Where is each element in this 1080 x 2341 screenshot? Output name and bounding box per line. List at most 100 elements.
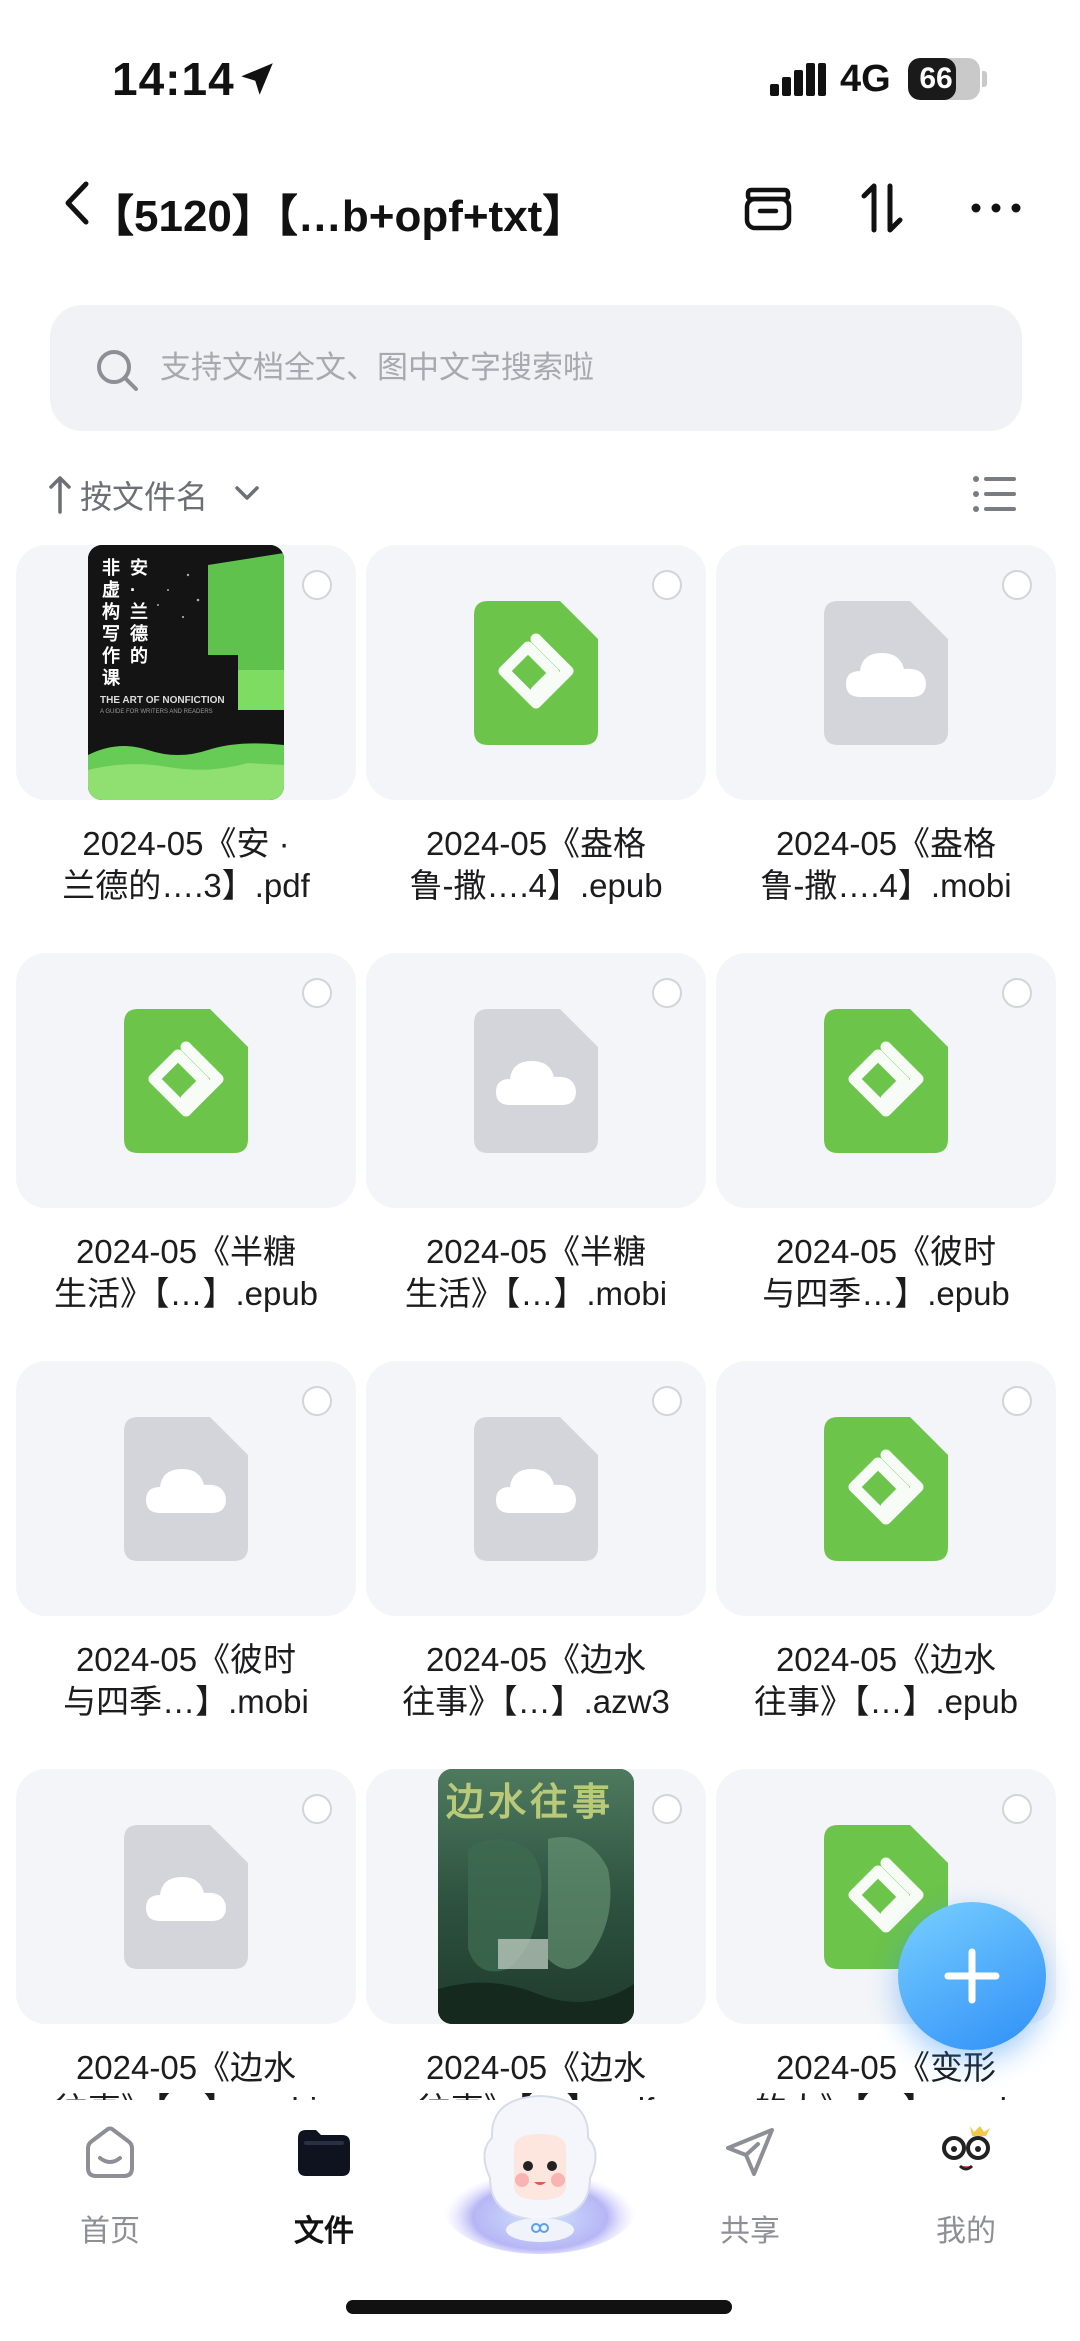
- select-radio[interactable]: [1002, 1794, 1032, 1824]
- plus-icon: [944, 1948, 1000, 2004]
- file-card[interactable]: 边水往事 2024-05《边水 往事》【…】.pdf: [366, 1769, 706, 2100]
- cloud-file-icon: [824, 601, 948, 745]
- file-thumbnail: [16, 1361, 356, 1616]
- file-name-line-1: 2024-05《半糖: [425, 1233, 647, 1270]
- tab-share[interactable]: 共享: [670, 2122, 830, 2262]
- file-name: 2024-05《边水 往事》【…】.azw3: [366, 1639, 706, 1723]
- tab-home[interactable]: 首页: [30, 2122, 190, 2262]
- file-name-line-1: 2024-05《边水: [75, 2049, 297, 2086]
- more-icon[interactable]: [966, 178, 1026, 238]
- add-button[interactable]: [898, 1902, 1046, 2050]
- file-card[interactable]: 2024-05《半糖 生活》【…】.mobi: [366, 953, 706, 1343]
- file-thumbnail: [716, 545, 1056, 800]
- battery-icon: 66: [908, 58, 980, 100]
- file-name-line-2: 往事》【…】.epub: [753, 1683, 1019, 1720]
- file-name-line-1: 2024-05《变形: [775, 2049, 997, 2086]
- file-name-line-2: 生活》【…】.epub: [53, 1275, 319, 1312]
- select-radio[interactable]: [302, 570, 332, 600]
- epub-file-icon: [824, 1009, 948, 1153]
- search-bar[interactable]: [50, 305, 1022, 431]
- file-name: 2024-05《半糖 生活》【…】.epub: [16, 1231, 356, 1315]
- file-card[interactable]: 安·兰德的 非虚构写作课 THE ART OF NONFICTION A GUI…: [16, 545, 356, 935]
- file-name-line-1: 2024-05《彼时: [775, 1233, 997, 1270]
- file-card[interactable]: 2024-05《半糖 生活》【…】.epub: [16, 953, 356, 1343]
- select-radio[interactable]: [652, 1386, 682, 1416]
- epub-file-icon: [124, 1009, 248, 1153]
- battery-percent: 66: [919, 62, 953, 95]
- file-card[interactable]: 2024-05《彼时 与四季…】.epub: [716, 953, 1056, 1343]
- list-view-icon[interactable]: [972, 474, 1018, 514]
- location-arrow-icon: [241, 63, 273, 95]
- select-radio[interactable]: [302, 1386, 332, 1416]
- select-radio[interactable]: [1002, 978, 1032, 1008]
- select-radio[interactable]: [1002, 1386, 1032, 1416]
- sort-up-arrow-icon: [49, 476, 71, 514]
- file-name: 2024-05《安 · 兰德的….3】.pdf: [16, 823, 356, 907]
- cover-title: 边水往事: [446, 1782, 615, 1824]
- file-name: 2024-05《盎格 鲁-撒….4】.epub: [366, 823, 706, 907]
- top-bar: 【5120】【…b+opf+txt】: [0, 160, 1080, 250]
- search-icon: [97, 350, 138, 391]
- file-name-line-1: 2024-05《安 ·: [82, 825, 290, 862]
- file-name-line-1: 2024-05《半糖: [75, 1233, 297, 1270]
- tab-label: 首页: [80, 2215, 140, 2248]
- file-name-line-1: 2024-05《彼时: [75, 1641, 297, 1678]
- file-name: 2024-05《彼时 与四季…】.mobi: [16, 1639, 356, 1723]
- status-bar: 14:14 4G 66: [0, 0, 1080, 150]
- sort-arrows-icon[interactable]: [852, 178, 912, 238]
- file-thumbnail: [716, 953, 1056, 1208]
- cover-english-title: THE ART OF NONFICTION: [100, 695, 225, 706]
- file-card[interactable]: 2024-05《彼时 与四季…】.mobi: [16, 1361, 356, 1751]
- select-radio[interactable]: [652, 1794, 682, 1824]
- search-input[interactable]: [160, 335, 980, 401]
- epub-file-icon: [474, 601, 598, 745]
- file-name-line-1: 2024-05《边水: [775, 1641, 997, 1678]
- file-name: 2024-05《边水 往事》【…】.epub: [716, 1639, 1056, 1723]
- network-type: 4G: [840, 58, 891, 100]
- file-name-line-2: 与四季…】.mobi: [63, 1683, 309, 1720]
- cloud-file-icon: [474, 1417, 598, 1561]
- tab-profile[interactable]: 我的: [886, 2122, 1046, 2262]
- share-send-icon: [726, 2128, 774, 2176]
- signal-icon: [770, 63, 826, 96]
- cloud-file-icon: [124, 1825, 248, 1969]
- tab-files[interactable]: 文件: [244, 2122, 404, 2262]
- file-name: 2024-05《半糖 生活》【…】.mobi: [366, 1231, 706, 1315]
- file-card[interactable]: 2024-05《盎格 鲁-撒….4】.mobi: [716, 545, 1056, 935]
- file-card[interactable]: 2024-05《盎格 鲁-撒….4】.epub: [366, 545, 706, 935]
- tab-label: 文件: [294, 2215, 354, 2248]
- file-card[interactable]: 2024-05《边水 往事》【…】.azw3: [366, 1361, 706, 1751]
- epub-file-icon: [824, 1417, 948, 1561]
- file-name-line-2: 的人》【…】.epub: [716, 2089, 1056, 2100]
- select-radio[interactable]: [652, 570, 682, 600]
- cover-title-vertical-1: 安·兰德的: [130, 558, 148, 666]
- cloud-file-icon: [124, 1417, 248, 1561]
- file-thumbnail: [366, 953, 706, 1208]
- home-icon: [86, 2126, 134, 2178]
- select-radio[interactable]: [302, 978, 332, 1008]
- cover-title-vertical-2: 非虚构写作课: [102, 558, 120, 688]
- file-name-line-2: 往事》【…】.mobi: [16, 2089, 356, 2100]
- file-name-line-2: 鲁-撒….4】.mobi: [760, 867, 1012, 904]
- file-name-line-2: 生活》【…】.mobi: [404, 1275, 668, 1312]
- file-thumbnail: 安·兰德的 非虚构写作课 THE ART OF NONFICTION A GUI…: [16, 545, 356, 800]
- battery-nub: [982, 71, 987, 87]
- tab-label: 共享: [720, 2215, 780, 2248]
- file-name-line-2: 鲁-撒….4】.epub: [409, 867, 663, 904]
- file-card[interactable]: 2024-05《边水 往事》【…】.epub: [716, 1361, 1056, 1751]
- file-name: 2024-05《彼时 与四季…】.epub: [716, 1231, 1056, 1315]
- sort-label: 按文件名: [80, 479, 209, 515]
- select-radio[interactable]: [1002, 570, 1032, 600]
- select-radio[interactable]: [652, 978, 682, 1008]
- file-thumbnail: [716, 1361, 1056, 1616]
- file-grid: 安·兰德的 非虚构写作课 THE ART OF NONFICTION A GUI…: [16, 545, 1066, 2100]
- file-thumbnail: [366, 1361, 706, 1616]
- profile-face-icon: [942, 2126, 990, 2171]
- select-radio[interactable]: [302, 1794, 332, 1824]
- file-thumbnail: [366, 545, 706, 800]
- mascot-icon[interactable]: [440, 2068, 640, 2268]
- file-name: 2024-05《边水 往事》【…】.mobi: [16, 2047, 356, 2100]
- archive-icon[interactable]: [738, 178, 798, 238]
- file-card[interactable]: 2024-05《边水 往事》【…】.mobi: [16, 1769, 356, 2100]
- book-cover-bianshui: 边水往事: [438, 1769, 634, 2024]
